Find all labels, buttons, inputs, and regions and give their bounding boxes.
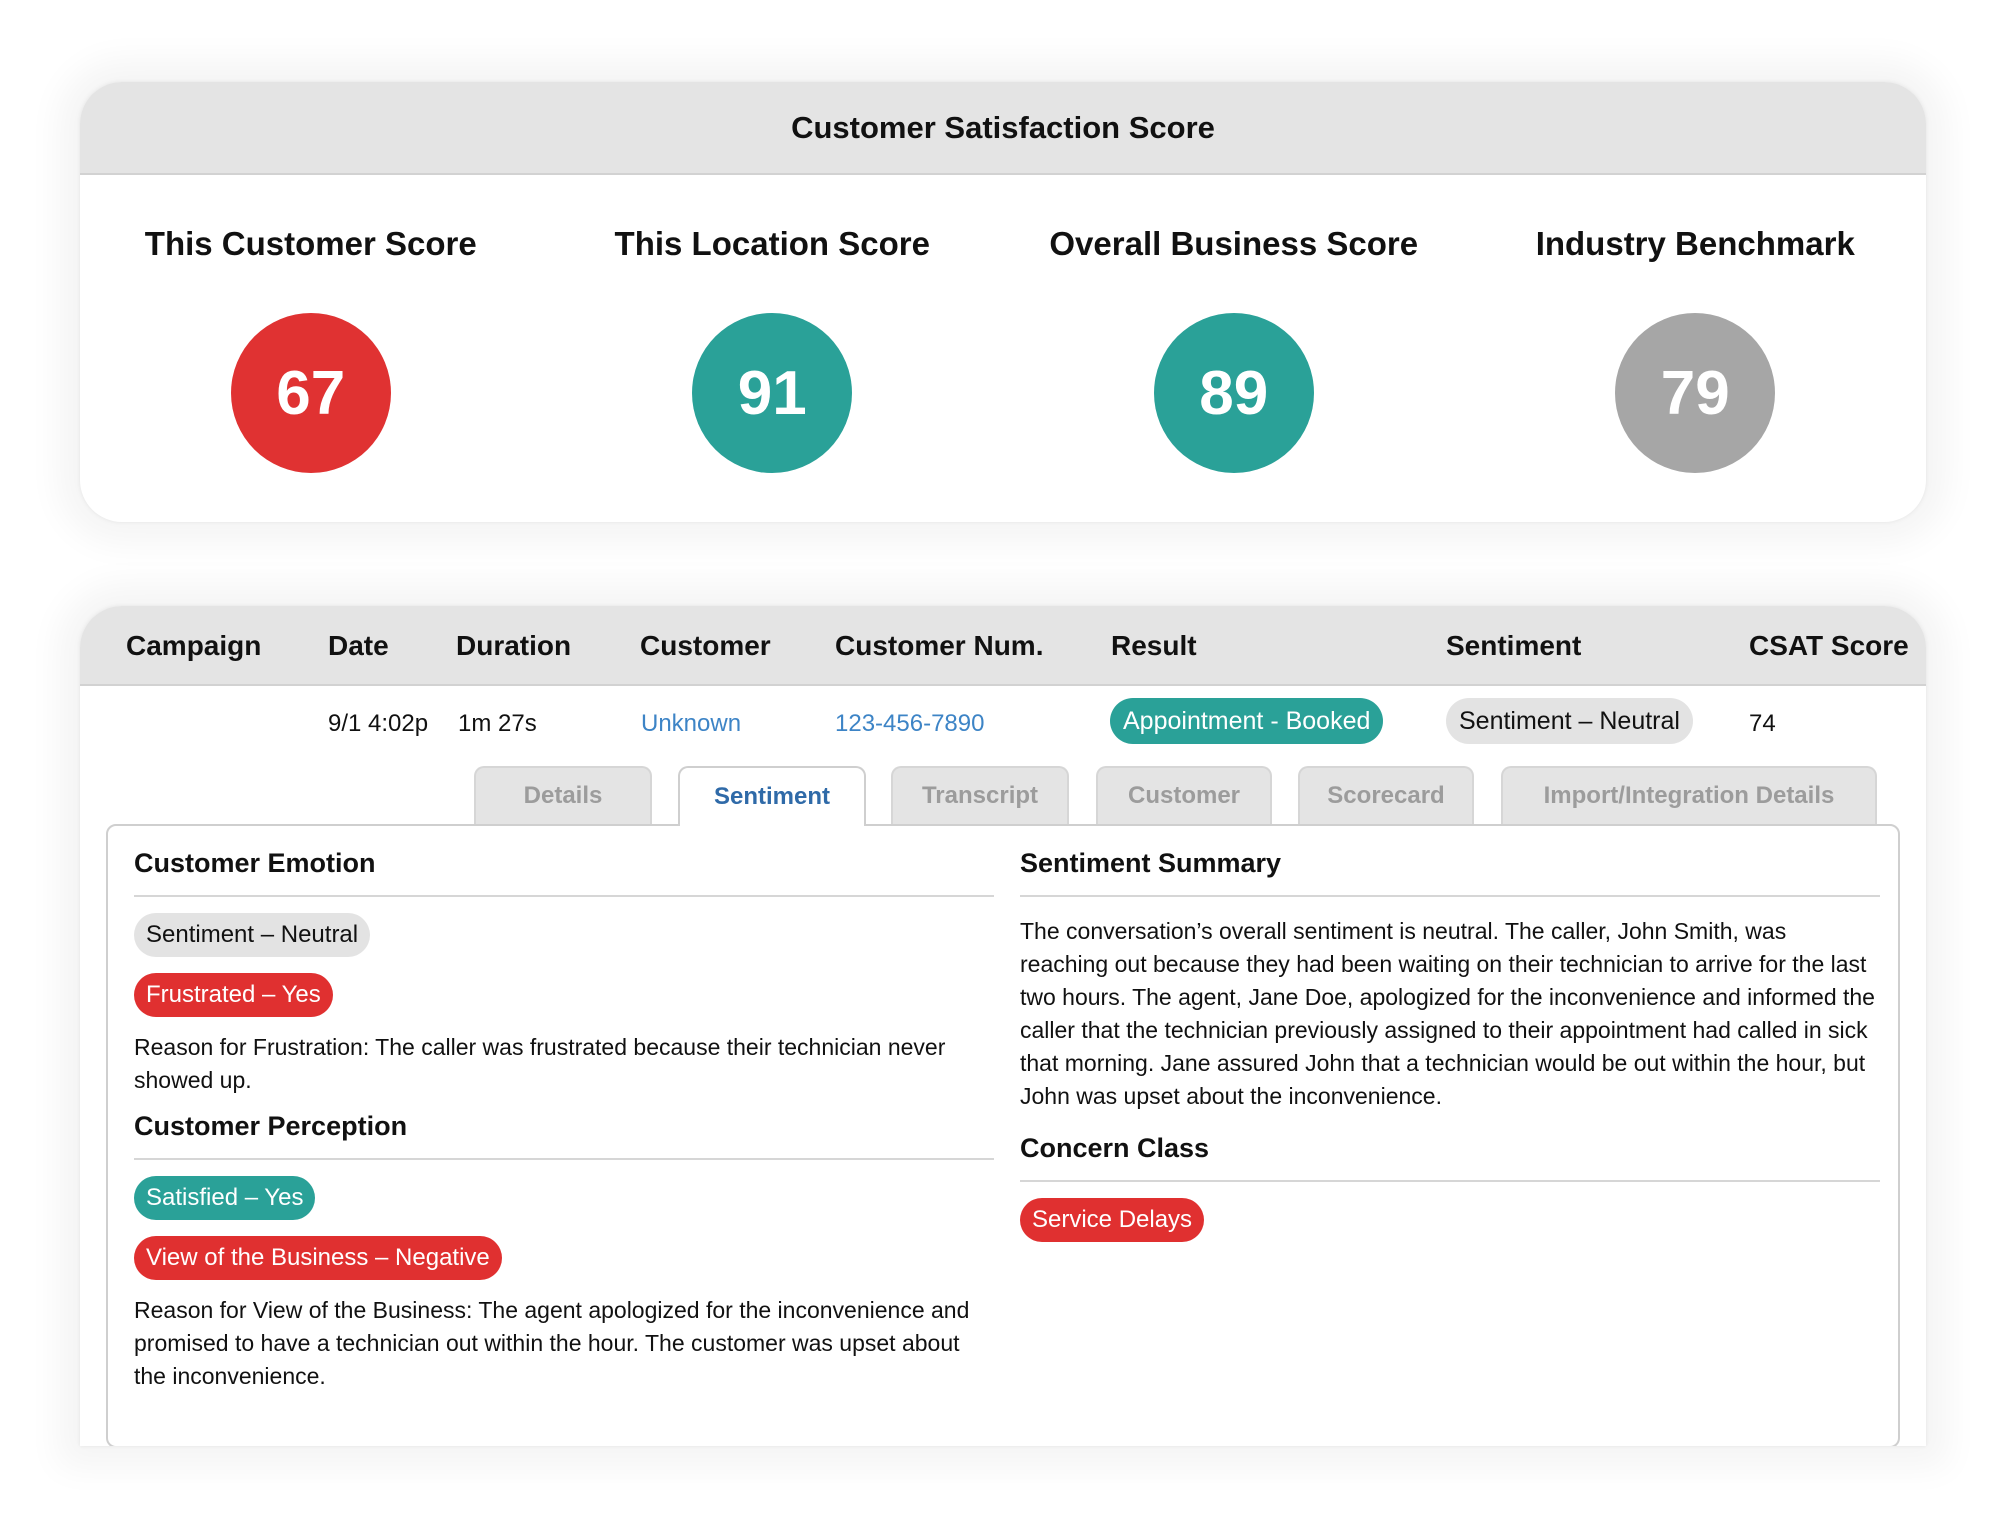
summary-column: Sentiment Summary The conversation’s ove… xyxy=(1020,826,1880,1242)
score-label: Industry Benchmark xyxy=(1535,225,1855,262)
score-location: This Location Score 91 xyxy=(542,175,1004,520)
score-value: 67 xyxy=(230,313,391,473)
score-label: This Location Score xyxy=(614,225,930,262)
result-badge: Appointment - Booked xyxy=(1110,698,1384,744)
score-customer: This Customer Score 67 xyxy=(80,175,542,520)
score-row: This Customer Score 67 This Location Sco… xyxy=(80,175,1926,520)
detail-tabs: Details Sentiment Transcript Customer Sc… xyxy=(80,766,1926,826)
perception-title: Customer Perception xyxy=(134,1111,994,1160)
col-customer: Customer xyxy=(640,630,771,661)
frustration-reason: Reason for Frustration: The caller was f… xyxy=(134,1034,946,1093)
emotion-title: Customer Emotion xyxy=(134,848,994,897)
tab-details[interactable]: Details xyxy=(474,766,652,824)
sentiment-panel: Customer Emotion Sentiment – Neutral Fru… xyxy=(106,824,1900,1446)
col-campaign: Campaign xyxy=(126,630,262,661)
score-value: 79 xyxy=(1615,313,1776,473)
frustrated-badge: Frustrated – Yes xyxy=(134,973,333,1017)
col-result: Result xyxy=(1111,630,1197,661)
concern-title: Concern Class xyxy=(1020,1133,1880,1182)
tab-scorecard[interactable]: Scorecard xyxy=(1298,766,1474,824)
score-benchmark: Industry Benchmark 79 xyxy=(1465,175,1927,520)
business-view-badge: View of the Business – Negative xyxy=(134,1236,502,1280)
table-row[interactable]: 9/1 4:02p 1m 27s Unknown 123-456-7890 Ap… xyxy=(80,686,1926,766)
col-csat: CSAT Score xyxy=(1749,630,1909,661)
table-header: Campaign Date Duration Customer Customer… xyxy=(80,606,1926,686)
score-value: 89 xyxy=(1153,313,1314,473)
satisfied-badge: Satisfied – Yes xyxy=(134,1176,316,1220)
score-label: Overall Business Score xyxy=(1049,225,1419,262)
score-business: Overall Business Score 89 xyxy=(1003,175,1465,520)
summary-title: Sentiment Summary xyxy=(1020,848,1880,897)
score-value: 91 xyxy=(692,313,853,473)
tab-customer[interactable]: Customer xyxy=(1096,766,1272,824)
concern-badge: Service Delays xyxy=(1020,1198,1205,1242)
customer-number-link[interactable]: 123-456-7890 xyxy=(835,710,984,738)
cell-csat: 74 xyxy=(1749,710,1776,737)
col-sentiment: Sentiment xyxy=(1446,630,1582,661)
tab-transcript[interactable]: Transcript xyxy=(891,766,1069,824)
emotion-column: Customer Emotion Sentiment – Neutral Fru… xyxy=(134,826,994,1393)
score-label: This Customer Score xyxy=(144,225,477,262)
cell-date: 9/1 4:02p xyxy=(328,710,429,737)
call-detail-card: Campaign Date Duration Customer Customer… xyxy=(80,606,1926,1446)
business-view-reason: Reason for View of the Business: The age… xyxy=(134,1297,970,1389)
cell-duration: 1m 27s xyxy=(458,710,537,737)
sentiment-badge: Sentiment – Neutral xyxy=(1446,698,1693,744)
col-customer-num: Customer Num. xyxy=(835,630,1044,661)
col-duration: Duration xyxy=(456,630,572,661)
neutral-badge: Sentiment – Neutral xyxy=(134,913,371,957)
tab-sentiment[interactable]: Sentiment xyxy=(678,766,866,826)
csat-card: Customer Satisfaction Score This Custome… xyxy=(80,82,1926,522)
col-date: Date xyxy=(328,630,389,661)
csat-title: Customer Satisfaction Score xyxy=(80,82,1926,175)
tab-import-integration[interactable]: Import/Integration Details xyxy=(1501,766,1877,824)
customer-link[interactable]: Unknown xyxy=(641,710,741,738)
summary-text: The conversation’s overall sentiment is … xyxy=(1020,918,1875,1109)
